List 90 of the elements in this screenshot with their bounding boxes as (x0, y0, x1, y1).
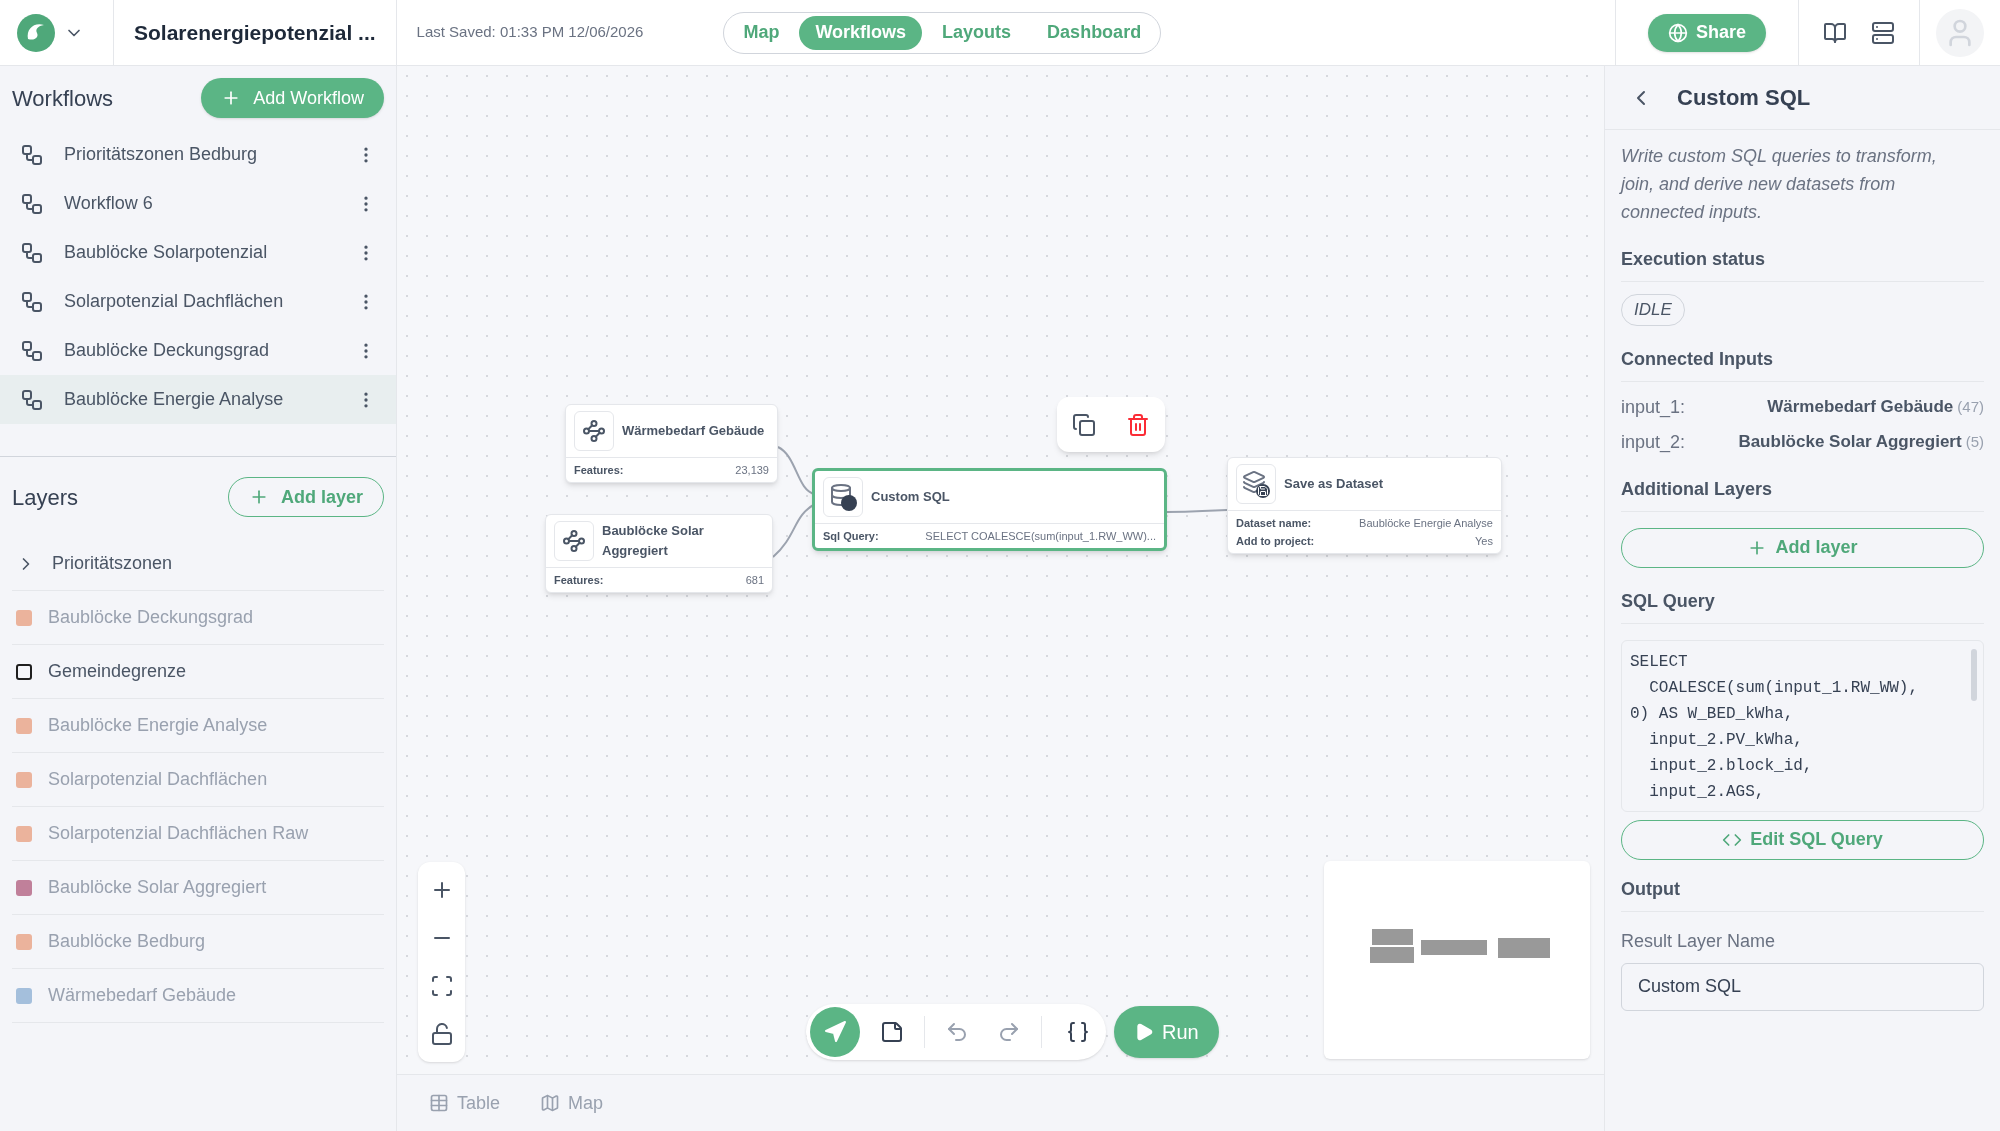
field-value: SELECT COALESCE(sum(input_1.RW_WW)... (925, 529, 1156, 544)
layer-item[interactable]: Baublöcke Bedburg (12, 915, 384, 969)
run-button[interactable]: Run (1114, 1006, 1219, 1058)
field-value: 23,139 (735, 463, 769, 478)
view-tab[interactable]: Layouts (926, 15, 1028, 50)
note-icon[interactable] (880, 1020, 904, 1044)
input-key: input_1: (1621, 393, 1699, 421)
workflow-item[interactable]: Baublöcke Energie Analyse (0, 375, 396, 424)
view-tab[interactable]: Workflows (799, 15, 923, 50)
trash-icon[interactable] (1126, 412, 1150, 437)
field-value: 681 (745, 573, 764, 588)
bottom-tab[interactable]: Map (540, 1089, 604, 1117)
redo-icon[interactable] (997, 1020, 1021, 1044)
workflow-node[interactable]: Custom SQL Sql Query: SELECT COALESCE(sum(input_1.RW_WW)... (812, 468, 1167, 551)
layer-item[interactable]: Solarpotenzial Dachflächen Raw (12, 807, 384, 861)
add-workflow-button[interactable]: Add Workflow (201, 78, 384, 118)
logo-icon[interactable] (16, 12, 56, 53)
book-icon[interactable] (1823, 20, 1847, 45)
node-title: Custom SQL (871, 488, 950, 506)
fit-view-icon[interactable] (429, 974, 454, 998)
scrollbar[interactable] (1971, 648, 1977, 701)
layer-item[interactable]: Baublöcke Solar Aggregiert (12, 861, 384, 915)
section-title: Workflows (12, 84, 114, 113)
node-title: Wärmebedarf Gebäude (622, 422, 765, 440)
last-saved-text: Last Saved: 01:33 PM 12/06/2026 (416, 22, 644, 43)
graph-icon (562, 529, 586, 553)
layer-item[interactable]: Gemeindegrenze (12, 645, 384, 699)
braces-icon[interactable] (1066, 1020, 1090, 1044)
workflow-node[interactable]: Baublöcke Solar Aggregiert Features: 681 (545, 514, 773, 593)
workflow-node[interactable]: Save as Dataset Dataset name: Baublöcke Energie Analyse Add to project: Yes (1227, 457, 1502, 554)
layer-item[interactable]: Baublöcke Energie Analyse (12, 699, 384, 753)
field-label: Sql Query: (823, 529, 879, 544)
project-title[interactable]: Solarenergiepotenzial ... (134, 16, 376, 49)
layer-item[interactable]: Baublöcke Deckungsgrad (12, 591, 384, 645)
field-value: Baublöcke Energie Analyse (1359, 516, 1493, 531)
layer-item[interactable]: Wärmebedarf Gebäude (12, 969, 384, 1023)
workflow-icon (20, 289, 44, 314)
workflow-item[interactable]: Solarpotenzial Dachflächen (0, 277, 396, 326)
layers-save-icon (1242, 470, 1270, 498)
connector-line (1166, 509, 1228, 513)
input-count: (5) (1965, 431, 1984, 452)
input-name: Baublöcke Solar Aggregiert (1738, 431, 1962, 454)
map-icon (540, 1093, 561, 1113)
input-key: input_2: (1621, 428, 1699, 456)
section-title: Layers (12, 483, 79, 512)
layer-item[interactable]: Solarpotenzial Dachflächen (12, 753, 384, 807)
workflow-icon (20, 240, 44, 265)
layer-item[interactable]: Prioritätszonen (12, 537, 384, 591)
field-label: Features: (574, 463, 624, 478)
field-label: Result Layer Name (1621, 929, 1777, 953)
server-icon[interactable] (1871, 20, 1895, 45)
result-layer-name-field[interactable]: Custom SQL (1621, 962, 1984, 1011)
share-button[interactable]: Share (1647, 13, 1766, 52)
workflow-item[interactable]: Prioritätszonen Bedburg (0, 130, 396, 179)
workflow-icon (20, 338, 44, 363)
input-name: Wärmebedarf Gebäude (1767, 396, 1954, 419)
section-heading: Output (1621, 875, 1984, 912)
globe-icon (1667, 22, 1688, 43)
section-heading: Additional Layers (1621, 475, 1984, 512)
undo-icon[interactable] (945, 1020, 969, 1044)
unlock-icon[interactable] (429, 1022, 454, 1046)
workflow-icon (20, 142, 44, 167)
field-label: Add to project: (1236, 534, 1315, 549)
graph-icon (582, 419, 606, 443)
workflow-item[interactable]: Workflow 6 (0, 179, 396, 228)
field-value: Yes (1475, 534, 1493, 549)
field-label: Features: (554, 573, 604, 588)
node-title: Save as Dataset (1284, 475, 1383, 493)
database-icon (829, 483, 857, 511)
view-tab[interactable]: Dashboard (1031, 15, 1158, 50)
section-heading: Execution status (1621, 246, 1984, 282)
sql-code-box[interactable]: SELECT COALESCE(sum(input_1.RW_WW), 0) AS W_BED_kWha, input_2.PV_kWha, input_2.block_id, input_2.AGS, (1621, 639, 1984, 812)
panel-description: Write custom SQL queries to transform, join, and derive new datasets from connected inputs. (1621, 145, 1938, 224)
workflow-item[interactable]: Baublöcke Deckungsgrad (0, 326, 396, 375)
panel-title: Custom SQL (1677, 84, 1811, 112)
workflow-node[interactable]: Wärmebedarf Gebäude Features: 23,139 (565, 404, 778, 483)
field-label: Dataset name: (1236, 516, 1312, 531)
workflow-icon (20, 191, 44, 216)
bottom-tab[interactable]: Table (429, 1089, 501, 1117)
section-heading: Connected Inputs (1621, 345, 1984, 382)
view-tab[interactable]: Map (727, 15, 796, 50)
workflow-icon (20, 387, 44, 412)
workflow-item[interactable]: Baublöcke Solarpotenzial (0, 228, 396, 277)
copy-icon[interactable] (1072, 412, 1096, 437)
table-icon (429, 1093, 449, 1113)
minimap[interactable] (1324, 861, 1590, 1059)
input-count: (47) (1957, 396, 1984, 417)
node-title: Baublöcke Solar Aggregiert (602, 522, 705, 560)
section-heading: SQL Query (1621, 587, 1984, 624)
play-icon (1134, 1022, 1154, 1042)
